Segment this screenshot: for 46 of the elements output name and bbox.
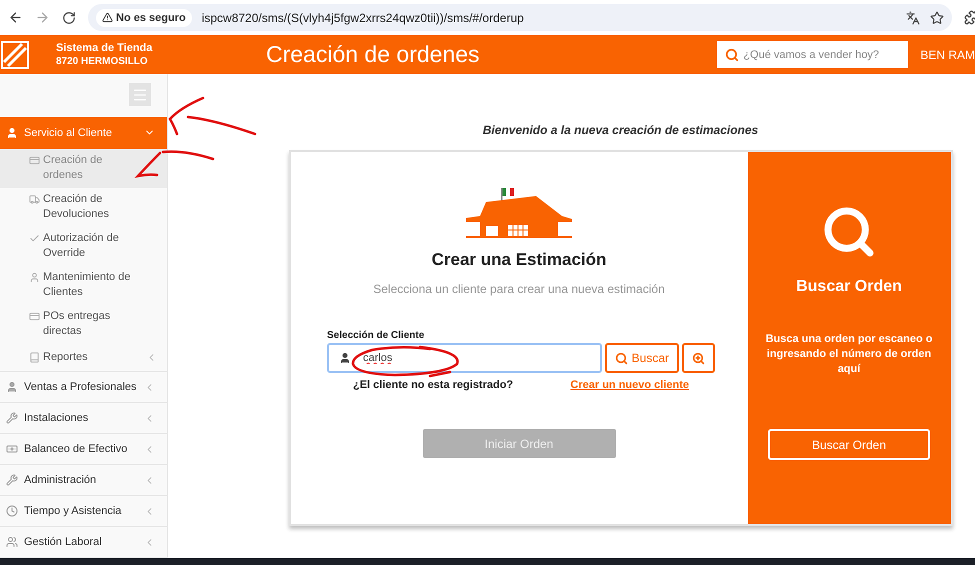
field-label: Selección de Cliente (327, 330, 426, 341)
zoom-in-icon (692, 352, 705, 364)
customer-field[interactable]: carlos (327, 343, 602, 373)
sidebar-item-icon (6, 126, 18, 138)
find-text: Busca una orden por escaneo o ingresando el número de orden aquí (764, 332, 934, 377)
user-icon (339, 352, 351, 364)
translate-icon[interactable] (906, 10, 920, 24)
submenu-item-icon (29, 155, 40, 166)
sidebar-item-icon (6, 536, 18, 548)
welcome-text: Bienvenido a la nueva creación de estimaciones (482, 123, 758, 137)
zoom-button[interactable] (682, 343, 715, 373)
store-name: 8720 HERMOSILLO (56, 54, 149, 68)
search-field[interactable]: ¿Qué vamos a vender hoy? (717, 41, 908, 68)
reload-icon[interactable] (62, 10, 76, 24)
submenu-item[interactable]: Creación de Devoluciones (0, 188, 167, 227)
sidebar-item-icon (6, 505, 18, 517)
page-title: Creación de ordenes (266, 41, 481, 68)
back-icon[interactable] (8, 10, 23, 25)
url-text: ispcw8720/sms/(S(vlyh4j5fgw2xrrs24qwz0tii))/sms/#/orderup (202, 10, 525, 24)
search-icon (725, 48, 740, 62)
submenu-item[interactable]: Mantenimiento de Clientes (0, 266, 167, 305)
address-bar[interactable]: No es seguro ispcw8720/sms/(S(vlyh4j5fgw2xrrs24qwz0tii))/sms/#/orderup (88, 4, 952, 31)
menu-icon (132, 86, 148, 102)
find-title: Buscar Orden (796, 278, 902, 296)
submenu-item-icon (29, 352, 40, 363)
sidebar-item-icon (6, 443, 18, 455)
submenu-item-icon (29, 311, 40, 322)
submenu-item[interactable]: POs entregas directas (0, 305, 167, 344)
system-name: Sistema de Tienda (56, 42, 154, 54)
estimate-subtitle: Selecciona un cliente para crear una nueva estimación (373, 282, 665, 296)
sidebar-item-icon (6, 474, 18, 486)
security-chip[interactable]: No es seguro (96, 8, 192, 26)
search-icon (614, 352, 628, 364)
sidebar-item-icon (6, 381, 18, 393)
submenu-item[interactable]: Autorización de Override (0, 227, 167, 266)
store-icon (466, 188, 572, 238)
submenu-item-icon (29, 272, 40, 283)
warning-icon (102, 12, 113, 23)
question-text: ¿El cliente no esta registrado? (353, 379, 514, 391)
submenu-item-icon (29, 233, 40, 244)
star-icon[interactable] (930, 10, 944, 24)
logo-icon (0, 40, 30, 70)
estimate-title: Crear una Estimación (432, 250, 606, 270)
submenu-item-icon (29, 194, 40, 205)
extensions-icon[interactable] (964, 10, 975, 25)
sidebar-item-icon (6, 412, 18, 424)
